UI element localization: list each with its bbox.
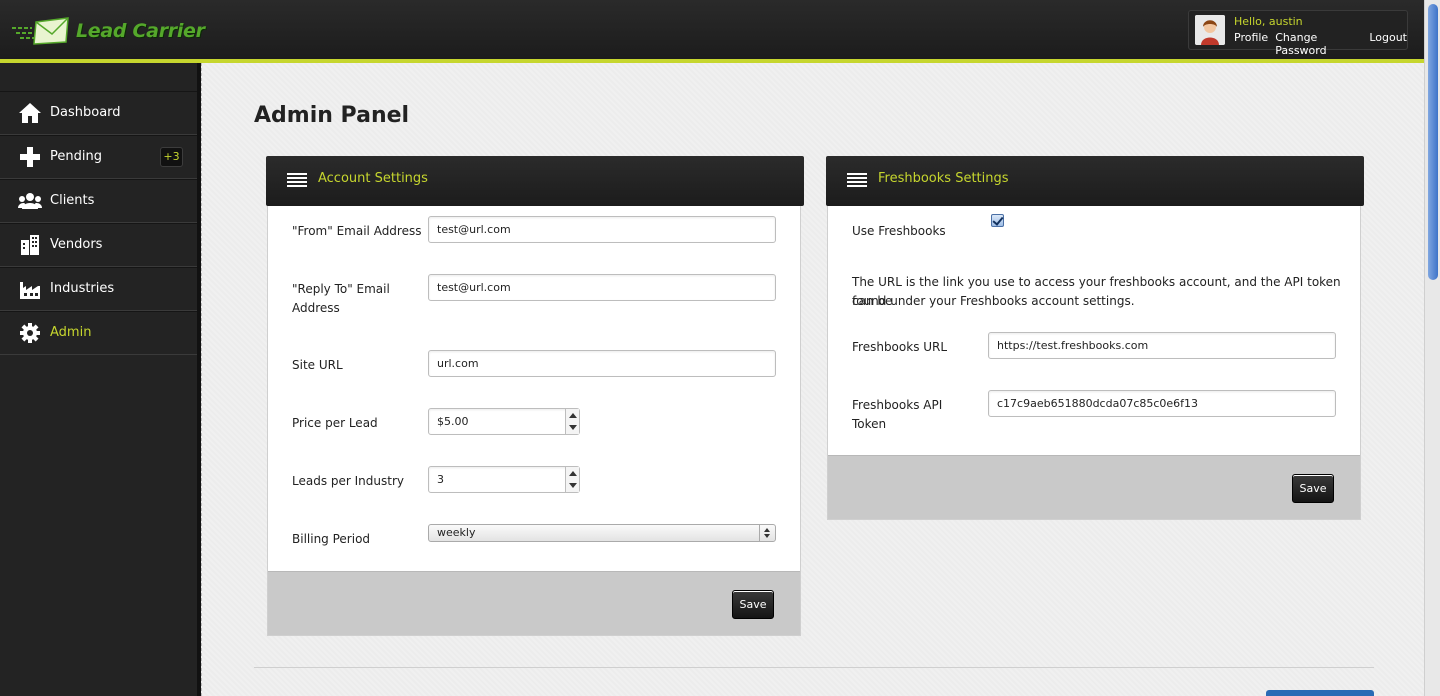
section-divider — [254, 667, 1374, 668]
reply-to-email-label-line2: Address — [292, 301, 340, 315]
factory-icon — [20, 282, 40, 299]
price-stepper[interactable] — [565, 409, 579, 434]
greeting: Hello, austin — [1234, 15, 1303, 28]
billing-period-label: Billing Period — [292, 532, 371, 546]
account-save-button[interactable]: Save — [732, 590, 774, 619]
user-links: Profile Change Password Logout — [1234, 31, 1407, 57]
site-url-label: Site URL — [292, 358, 343, 372]
freshbooks-token-label-line2: Token — [852, 417, 887, 431]
sidebar-item-vendors[interactable]: Vendors — [0, 223, 197, 267]
sidebar-item-dashboard[interactable]: Dashboard — [0, 91, 197, 135]
freshbooks-settings-footer: Save — [828, 455, 1360, 519]
sidebar-item-label: Admin — [50, 325, 92, 340]
billing-period-value: weekly — [437, 526, 476, 539]
sidebar-item-label: Clients — [50, 193, 95, 208]
sidebar-item-label: Vendors — [50, 237, 103, 252]
change-password-link[interactable]: Change Password — [1275, 31, 1362, 57]
freshbooks-token-label: Freshbooks API — [852, 398, 943, 412]
leads-per-industry-input[interactable] — [428, 466, 580, 493]
sidebar-item-admin[interactable]: Admin — [0, 311, 197, 355]
leads-stepper[interactable] — [565, 467, 579, 492]
home-icon — [19, 103, 41, 123]
avatar — [1195, 15, 1225, 45]
freshbooks-url-label: Freshbooks URL — [852, 340, 948, 354]
menu-icon — [287, 173, 307, 187]
scrollbar[interactable] — [1424, 0, 1440, 696]
account-settings-panel: Account Settings "From" Email Address "R… — [266, 156, 804, 636]
profile-link[interactable]: Profile — [1234, 31, 1268, 57]
reply-to-email-input[interactable] — [428, 274, 776, 301]
users-icon — [18, 193, 42, 209]
use-freshbooks-checkbox[interactable] — [991, 214, 1004, 227]
freshbooks-settings-panel: Freshbooks Settings Use Freshbooks The U… — [826, 156, 1364, 520]
sidebar: Dashboard Pending +3 Clients Vendors Ind… — [0, 63, 197, 696]
building-icon — [21, 235, 39, 255]
sidebar-item-label: Pending — [50, 149, 102, 164]
price-per-lead-input[interactable] — [428, 408, 580, 435]
partial-bottom-button[interactable] — [1266, 690, 1374, 696]
main-border — [201, 63, 202, 696]
panel-title: Freshbooks Settings — [878, 171, 1009, 186]
from-email-label: "From" Email Address — [292, 224, 422, 238]
sidebar-item-industries[interactable]: Industries — [0, 267, 197, 311]
plus-icon — [20, 147, 40, 167]
sidebar-item-clients[interactable]: Clients — [0, 179, 197, 223]
freshbooks-settings-header: Freshbooks Settings — [826, 156, 1364, 206]
site-url-input[interactable] — [428, 350, 776, 377]
sidebar-item-pending[interactable]: Pending +3 — [0, 135, 197, 179]
sidebar-item-label: Dashboard — [50, 105, 121, 120]
brand-name: Lead Carrier — [76, 20, 205, 42]
billing-period-select[interactable]: weekly — [428, 524, 776, 542]
freshbooks-save-button[interactable]: Save — [1292, 474, 1334, 503]
top-bar: Lead Carrier Hello, austin Profile Chang… — [0, 0, 1440, 60]
gear-icon — [20, 323, 40, 343]
menu-icon — [847, 173, 867, 187]
reply-to-email-label: "Reply To" Email — [292, 282, 390, 296]
account-settings-footer: Save — [268, 571, 800, 635]
freshbooks-url-input[interactable] — [988, 332, 1336, 359]
user-menu: Hello, austin Profile Change Password Lo… — [1188, 10, 1408, 57]
freshbooks-help-text-line2: found under your Freshbooks account sett… — [852, 294, 1135, 308]
account-settings-header: Account Settings — [266, 156, 804, 206]
pending-count-badge: +3 — [160, 147, 183, 167]
logo[interactable]: Lead Carrier — [12, 16, 205, 46]
from-email-input[interactable] — [428, 216, 776, 243]
envelope-logo-icon — [12, 17, 69, 45]
freshbooks-token-input[interactable] — [988, 390, 1336, 417]
scrollbar-thumb[interactable] — [1428, 4, 1438, 280]
logout-link[interactable]: Logout — [1369, 31, 1407, 57]
page-title: Admin Panel — [254, 103, 410, 128]
sidebar-item-label: Industries — [50, 281, 115, 296]
price-per-lead-label: Price per Lead — [292, 416, 378, 430]
leads-per-industry-label: Leads per Industry — [292, 474, 405, 488]
use-freshbooks-label: Use Freshbooks — [852, 224, 946, 238]
select-arrows-icon — [759, 525, 775, 541]
panel-title: Account Settings — [318, 171, 428, 186]
